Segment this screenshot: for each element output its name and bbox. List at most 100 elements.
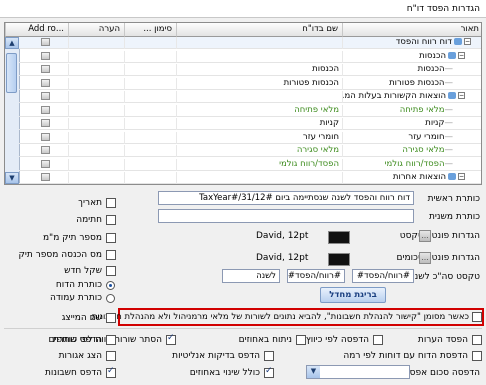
report-name-cell[interactable]: הפסד/רווח גולמי xyxy=(176,158,342,171)
left-option-checkbox[interactable] xyxy=(106,250,116,260)
print-option-checkbox[interactable] xyxy=(373,335,383,345)
mark-cell[interactable] xyxy=(124,64,176,76)
table-row[interactable]: − הוצאות אחרות xyxy=(19,172,481,184)
mark-cell[interactable] xyxy=(124,77,176,90)
note-cell[interactable] xyxy=(68,145,124,157)
print-option-checkbox[interactable] xyxy=(106,335,116,345)
scroll-up-arrow-icon[interactable]: ▲ xyxy=(5,37,19,49)
add-row-checkbox[interactable] xyxy=(41,159,50,168)
table-row[interactable]: הכנסות —הכנסות xyxy=(19,64,481,76)
left-option-checkbox[interactable] xyxy=(106,233,116,243)
add-row-checkbox[interactable] xyxy=(41,173,50,181)
add-row-checkbox[interactable] xyxy=(41,51,50,60)
print-option-checkbox[interactable] xyxy=(472,335,482,345)
report-name-cell[interactable] xyxy=(176,37,342,49)
note-cell[interactable] xyxy=(68,50,124,63)
scroll-down-arrow-icon[interactable]: ▼ xyxy=(5,172,19,184)
note-cell[interactable] xyxy=(68,37,124,49)
column-header-description[interactable]: תאור xyxy=(342,23,481,37)
mark-cell[interactable] xyxy=(124,145,176,157)
add-row-checkbox[interactable] xyxy=(41,146,50,154)
add-row-checkbox[interactable] xyxy=(41,132,50,141)
add-row-checkbox[interactable] xyxy=(41,92,50,100)
report-name-cell[interactable]: מלאי סגירה xyxy=(176,145,342,157)
print-option-checkbox[interactable] xyxy=(472,351,482,361)
add-row-checkbox[interactable] xyxy=(41,105,50,114)
description-cell[interactable]: − הוצאות הקשורות בעלות המ... xyxy=(342,91,481,103)
report-name-cell[interactable]: חומרי עזר xyxy=(176,131,342,144)
text-font-picker-button[interactable]: … xyxy=(419,230,431,242)
report-name-cell[interactable]: הכנסות פטורות xyxy=(176,77,342,90)
note-cell[interactable] xyxy=(68,64,124,76)
description-cell[interactable]: —מלאי פתיחה xyxy=(342,104,481,117)
table-row[interactable]: חומרי עזר —חומרי עזר xyxy=(19,131,481,144)
column-header-note[interactable]: הערה xyxy=(68,23,124,37)
left-option-checkbox[interactable] xyxy=(106,198,116,208)
zero-sum-combo[interactable]: ▼ xyxy=(306,365,410,379)
print-option-checkbox[interactable] xyxy=(296,335,306,345)
description-cell[interactable]: − הכנסות xyxy=(342,50,481,63)
description-cell[interactable]: —הכנסות פטורות xyxy=(342,77,481,90)
collapse-node-icon[interactable]: − xyxy=(458,92,465,99)
report-name-cell[interactable] xyxy=(176,91,342,103)
report-name-cell[interactable]: קניות xyxy=(176,118,342,130)
sum-color-swatch[interactable] xyxy=(328,253,350,266)
column-header-report-name[interactable]: שם בדו"ח xyxy=(176,23,342,37)
table-row[interactable]: מלאי סגירה —מלאי סגירה xyxy=(19,145,481,157)
add-row-checkbox[interactable] xyxy=(41,119,50,127)
left-option-checkbox[interactable] xyxy=(106,266,116,276)
table-row[interactable]: הכנסות פטורות —הכנסות פטורות xyxy=(19,77,481,90)
column-header-addro[interactable]: ...Add ro xyxy=(5,23,68,37)
representative-name-checkbox[interactable] xyxy=(106,313,116,323)
link-bookkeeping-checkbox[interactable] xyxy=(472,312,482,322)
print-option-checkbox[interactable] xyxy=(264,351,274,361)
collapse-node-icon[interactable]: − xyxy=(458,51,465,59)
main-title-field[interactable]: דוח רווח והפסד לשנה שנסתיימה ביום #TaxYe… xyxy=(158,191,414,205)
mark-cell[interactable] xyxy=(124,37,176,49)
table-row[interactable]: הפסד/רווח גולמי —הפסד/רווח גולמי xyxy=(19,158,481,171)
year-text-field-2[interactable]: #רווח/הפסד# xyxy=(287,269,345,283)
left-option-checkbox[interactable] xyxy=(106,215,116,225)
combo-dropdown-arrow-icon[interactable]: ▼ xyxy=(307,366,320,378)
grid-vertical-scrollbar[interactable]: ▲ ▼ xyxy=(5,37,20,184)
table-row[interactable]: − הכנסות xyxy=(19,50,481,63)
mark-cell[interactable] xyxy=(124,91,176,103)
report-lines-grid[interactable]: ...Add ro הערה סימון ... שם בדו"ח תאור ▲… xyxy=(4,22,482,185)
mark-cell[interactable] xyxy=(124,172,176,184)
report-name-cell[interactable]: הכנסות xyxy=(176,64,342,76)
report-name-cell[interactable] xyxy=(176,50,342,63)
print-option-checkbox[interactable] xyxy=(106,351,116,361)
print-option-checkbox[interactable] xyxy=(264,366,274,378)
mark-cell[interactable] xyxy=(124,104,176,117)
scrollbar-thumb[interactable] xyxy=(6,53,17,93)
radio-report-title[interactable] xyxy=(106,281,115,290)
mark-cell[interactable] xyxy=(124,131,176,144)
description-cell[interactable]: − הוצאות אחרות xyxy=(342,172,481,184)
mark-cell[interactable] xyxy=(124,50,176,63)
sub-title-field[interactable] xyxy=(158,209,414,223)
description-cell[interactable]: − דוח רווח והפסד xyxy=(342,37,481,49)
sum-font-picker-button[interactable]: … xyxy=(419,252,431,264)
year-text-field-3[interactable]: לשנה xyxy=(222,269,280,283)
table-row[interactable]: − דוח רווח והפסד xyxy=(19,37,481,49)
print-option-checkbox[interactable] xyxy=(166,333,176,345)
column-header-mark[interactable]: סימון ... xyxy=(124,23,176,37)
note-cell[interactable] xyxy=(68,91,124,103)
text-color-swatch[interactable] xyxy=(328,231,350,244)
print-option-checkbox[interactable] xyxy=(106,366,116,378)
mark-cell[interactable] xyxy=(124,158,176,171)
reset-default-button[interactable]: בריגת מחדל xyxy=(320,287,386,303)
report-name-cell[interactable]: מלאי פתיחה xyxy=(176,104,342,117)
note-cell[interactable] xyxy=(68,104,124,117)
note-cell[interactable] xyxy=(68,118,124,130)
note-cell[interactable] xyxy=(68,131,124,144)
add-row-checkbox[interactable] xyxy=(41,65,50,73)
description-cell[interactable]: —מלאי סגירה xyxy=(342,145,481,157)
add-row-checkbox[interactable] xyxy=(41,78,50,87)
mark-cell[interactable] xyxy=(124,118,176,130)
table-row[interactable]: מלאי פתיחה —מלאי פתיחה xyxy=(19,104,481,117)
collapse-node-icon[interactable]: − xyxy=(458,173,465,180)
note-cell[interactable] xyxy=(68,172,124,184)
year-text-field-1[interactable]: #רווח/הפסד# xyxy=(352,269,414,283)
collapse-node-icon[interactable]: − xyxy=(464,38,471,45)
